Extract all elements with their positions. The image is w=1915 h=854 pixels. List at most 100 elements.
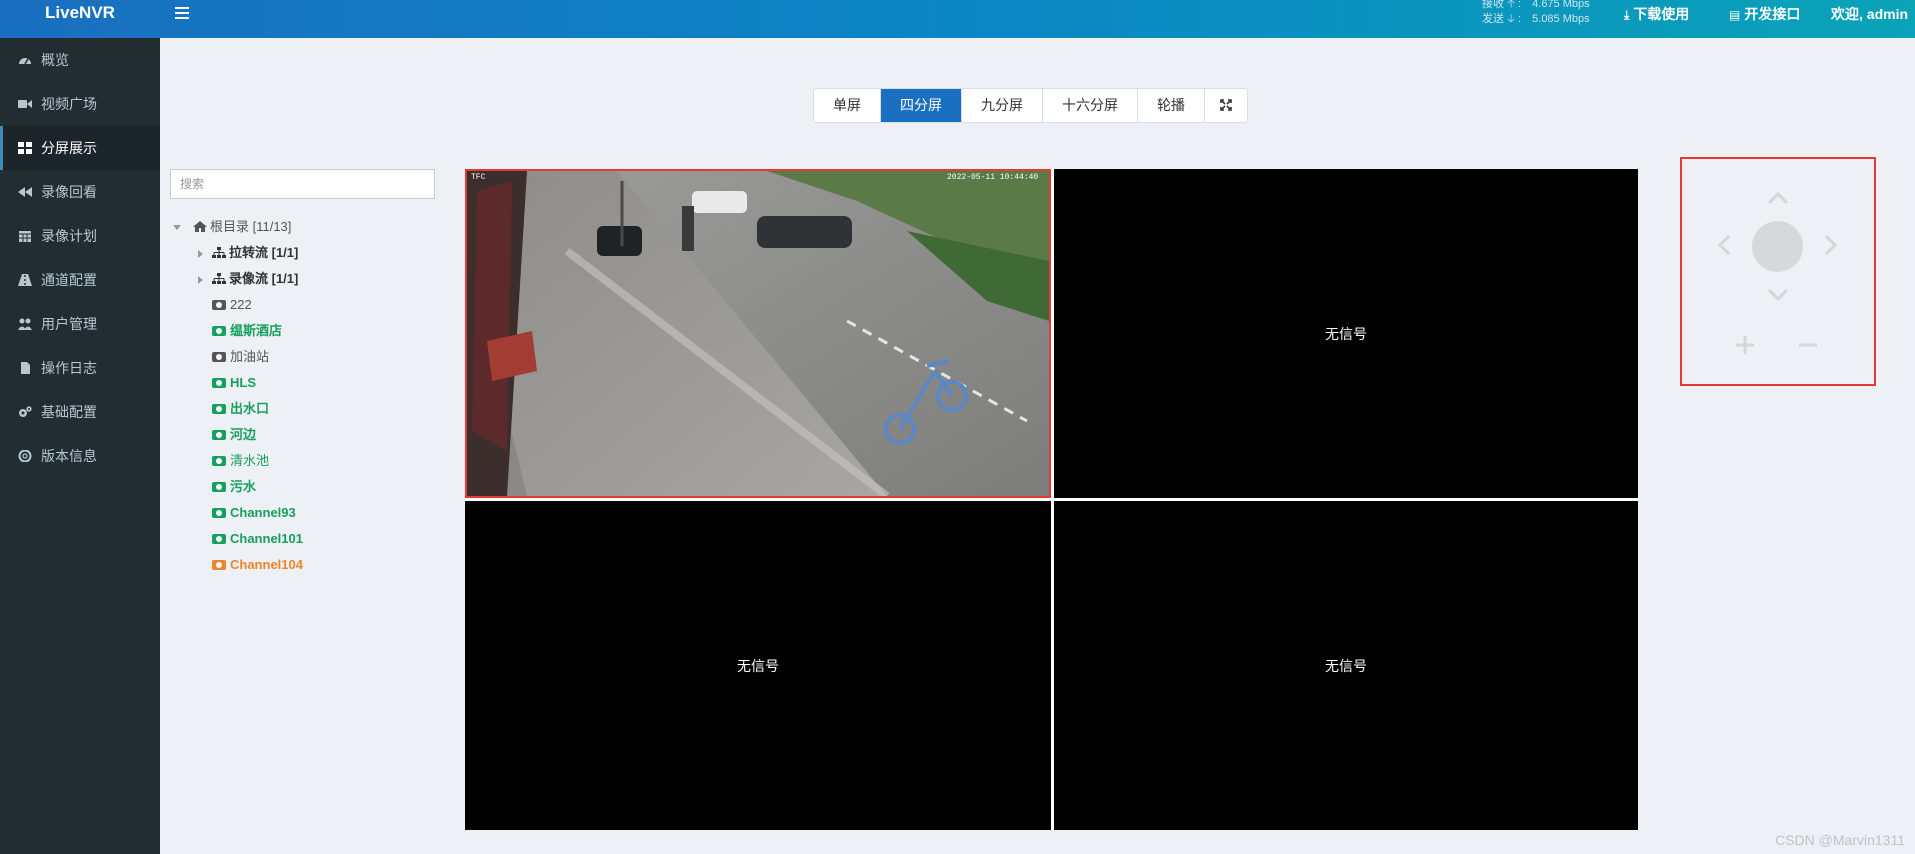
sidebar-item-split-screen[interactable]: 分屏展示 <box>0 126 160 170</box>
tree-channel-label: 出水口 <box>230 401 270 416</box>
tab-carousel[interactable]: 轮播 <box>1138 89 1205 122</box>
backward-icon <box>18 187 32 197</box>
tree-channel-label: Channel104 <box>230 557 303 572</box>
tree-channel-label: 污水 <box>230 479 257 494</box>
camera-icon <box>212 508 226 518</box>
menu-toggle-icon[interactable] <box>172 4 192 22</box>
download-link[interactable]: ⤓ 下载使用 <box>1624 4 1689 24</box>
calendar-icon <box>19 231 31 242</box>
tree-group-pull-stream[interactable]: 拉转流 [1/1] <box>175 242 435 268</box>
lifebuoy-icon <box>18 450 32 462</box>
ptz-left-icon[interactable] <box>1718 234 1730 256</box>
video-grid: TFC 2022-05-11 10:44:40 无信号 无信号 无信号 <box>465 169 1638 830</box>
zoom-out-icon[interactable] <box>1798 335 1818 355</box>
ptz-down-icon[interactable] <box>1767 289 1789 301</box>
tree-channel[interactable]: Channel104 <box>175 554 435 580</box>
sidebar-item-playback[interactable]: 录像回看 <box>0 170 160 214</box>
sidebar: 概览 视频广场 分屏展示 录像回看 录像计划 通道配置 用户管理 操作日志 基础… <box>0 38 160 854</box>
camera-icon <box>212 352 226 362</box>
tree-channel[interactable]: 出水口 <box>175 398 435 424</box>
tree-channel-label: 清水池 <box>230 453 270 468</box>
sidebar-item-video-square[interactable]: 视频广场 <box>0 82 160 126</box>
video-cell-4[interactable]: 无信号 <box>1054 501 1638 830</box>
expand-arrow-icon[interactable] <box>198 250 203 258</box>
tree-channel-label: 222 <box>230 297 252 312</box>
camera-icon <box>212 326 226 336</box>
tree-channel[interactable]: HLS <box>175 372 435 398</box>
sidebar-item-label: 版本信息 <box>41 448 97 464</box>
video-cell-3[interactable]: 无信号 <box>465 501 1051 830</box>
sidebar-item-operation-log[interactable]: 操作日志 <box>0 346 160 390</box>
collapse-arrow-icon[interactable] <box>173 225 181 230</box>
camera-icon <box>212 456 226 466</box>
road-icon <box>18 274 32 286</box>
sidebar-item-label: 视频广场 <box>41 96 97 112</box>
camera-icon <box>212 482 226 492</box>
arrow-down-icon: 🡣 <box>1507 13 1515 25</box>
welcome-label: 欢迎, admin <box>1831 6 1909 22</box>
camera-icon <box>212 404 226 414</box>
tree-channel[interactable]: Channel93 <box>175 502 435 528</box>
camera-icon <box>212 534 226 544</box>
sidebar-item-label: 操作日志 <box>41 360 97 376</box>
fullscreen-icon <box>1220 99 1232 111</box>
tree-root[interactable]: 根目录 [11/13] <box>173 216 435 242</box>
send-label: 发送 <box>1482 13 1504 25</box>
sidebar-item-label: 概览 <box>41 52 69 68</box>
no-signal-label: 无信号 <box>737 657 779 674</box>
arrow-up-icon: 🡡 <box>1507 0 1515 10</box>
tree-channel[interactable]: 加油站 <box>175 346 435 372</box>
tab-four-screen[interactable]: 四分屏 <box>881 89 962 122</box>
user-menu[interactable]: 欢迎, admin <box>1831 4 1908 24</box>
dashboard-icon <box>19 58 31 65</box>
tab-nine-screen[interactable]: 九分屏 <box>962 89 1043 122</box>
sidebar-item-record-plan[interactable]: 录像计划 <box>0 214 160 258</box>
tree-root-label: 根目录 [11/13] <box>210 219 292 234</box>
api-docs-link[interactable]: ▤ 开发接口 <box>1729 4 1800 24</box>
sidebar-item-label: 录像回看 <box>41 184 97 200</box>
osd-channel-label: TFC <box>471 173 486 182</box>
ptz-up-icon[interactable] <box>1767 192 1789 204</box>
no-signal-label: 无信号 <box>1325 325 1367 342</box>
tree-channel-label: Channel93 <box>230 505 296 520</box>
tree-channel[interactable]: 污水 <box>175 476 435 502</box>
video-cell-2[interactable]: 无信号 <box>1054 169 1638 498</box>
network-stats: 接收 🡡 : 4.675 Mbps 发送 🡣 : 5.085 Mbps <box>1482 0 1602 27</box>
camera-icon <box>212 378 226 388</box>
app-logo[interactable]: LiveNVR <box>0 0 160 38</box>
zoom-in-icon[interactable] <box>1735 335 1755 355</box>
recv-label: 接收 <box>1482 0 1504 10</box>
search-input[interactable] <box>170 169 435 199</box>
video-camera-icon <box>18 100 32 108</box>
grid-icon <box>18 142 32 154</box>
camera-feed-image: TFC 2022-05-11 10:44:40 <box>467 171 1049 496</box>
home-icon <box>193 221 207 232</box>
sitemap-icon <box>212 247 226 258</box>
recv-value: 4.675 Mbps <box>1532 0 1590 10</box>
sidebar-item-version-info[interactable]: 版本信息 <box>0 434 160 478</box>
sidebar-item-basic-config[interactable]: 基础配置 <box>0 390 160 434</box>
ptz-control-panel <box>1680 157 1876 386</box>
tree-channel[interactable]: Channel101 <box>175 528 435 554</box>
tree-channel[interactable]: 河边 <box>175 424 435 450</box>
tab-single-screen[interactable]: 单屏 <box>814 89 881 122</box>
tree-channel-label: 加油站 <box>230 349 270 364</box>
ptz-right-icon[interactable] <box>1825 234 1837 256</box>
tree-channel[interactable]: 清水池 <box>175 450 435 476</box>
tab-sixteen-screen[interactable]: 十六分屏 <box>1043 89 1138 122</box>
layout-tabs: 单屏 四分屏 九分屏 十六分屏 轮播 <box>813 88 1248 123</box>
sidebar-item-user-management[interactable]: 用户管理 <box>0 302 160 346</box>
sidebar-item-channel-config[interactable]: 通道配置 <box>0 258 160 302</box>
top-header: LiveNVR 接收 🡡 : 4.675 Mbps 发送 🡣 : 5.085 M… <box>0 0 1915 38</box>
sidebar-item-label: 分屏展示 <box>41 140 97 156</box>
tree-channel-label: 缊斯酒店 <box>230 323 283 338</box>
sidebar-item-overview[interactable]: 概览 <box>0 38 160 82</box>
fullscreen-button[interactable] <box>1205 89 1247 122</box>
tree-channel[interactable]: 222 <box>175 294 435 320</box>
tree-channel[interactable]: 缊斯酒店 <box>175 320 435 346</box>
video-cell-1[interactable]: TFC 2022-05-11 10:44:40 <box>465 169 1051 498</box>
tree-group-record-stream[interactable]: 录像流 [1/1] <box>175 268 435 294</box>
expand-arrow-icon[interactable] <box>198 276 203 284</box>
users-icon <box>18 318 32 330</box>
ptz-center-button[interactable] <box>1752 221 1803 272</box>
